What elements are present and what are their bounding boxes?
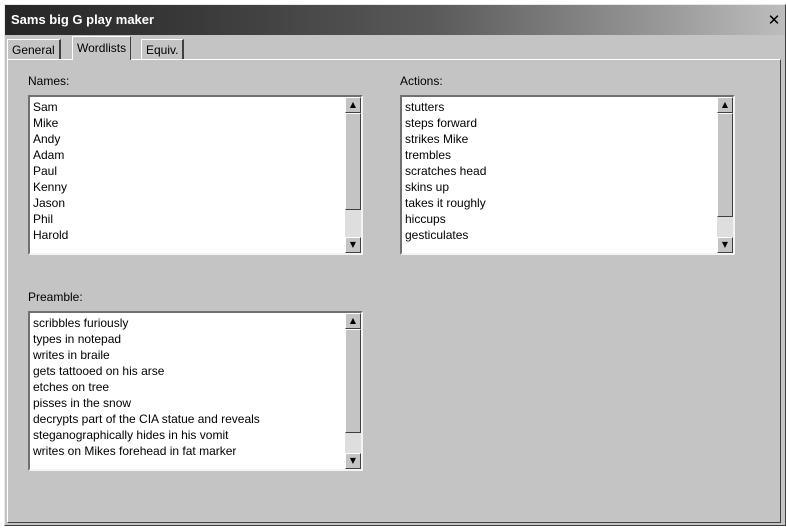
list-item[interactable]: etches on tree	[33, 379, 361, 395]
scroll-down-icon[interactable]: ▼	[345, 453, 361, 469]
scroll-up-icon[interactable]: ▲	[345, 313, 361, 329]
wordlists-panel: Names: Sam Mike Andy Adam Paul Kenny Jas…	[7, 59, 781, 523]
scroll-up-icon[interactable]: ▲	[345, 97, 361, 113]
actions-label: Actions:	[400, 74, 443, 88]
list-item[interactable]: Paul	[33, 163, 361, 179]
preamble-label: Preamble:	[28, 290, 83, 304]
list-item[interactable]: pisses in the snow	[33, 395, 361, 411]
actions-scrollbar[interactable]: ▲ ▼	[717, 97, 733, 253]
scroll-down-icon[interactable]: ▼	[345, 237, 361, 253]
title-bar[interactable]: Sams big G play maker ✕	[5, 5, 785, 35]
list-item[interactable]: gets tattooed on his arse	[33, 363, 361, 379]
list-item[interactable]: writes in braile	[33, 347, 361, 363]
list-item[interactable]: scribbles furiously	[33, 315, 361, 331]
names-listbox[interactable]: Sam Mike Andy Adam Paul Kenny Jason Phil…	[28, 95, 363, 255]
list-item[interactable]: skins up	[405, 179, 733, 195]
list-item[interactable]: Sam	[33, 99, 361, 115]
tab-equiv[interactable]: Equiv.	[141, 39, 185, 59]
scroll-down-icon[interactable]: ▼	[717, 237, 733, 253]
actions-listbox[interactable]: stutters steps forward strikes Mike trem…	[400, 95, 735, 255]
list-item[interactable]: gesticulates	[405, 227, 733, 243]
list-item[interactable]: takes it roughly	[405, 195, 733, 211]
list-item[interactable]: decrypts part of the CIA statue and reve…	[33, 411, 361, 427]
window-title: Sams big G play maker	[11, 12, 155, 27]
list-item[interactable]: steps forward	[405, 115, 733, 131]
app-window: Sams big G play maker ✕ General Wordlist…	[4, 4, 786, 526]
list-item[interactable]: Jason	[33, 195, 361, 211]
preamble-list: scribbles furiously types in notepad wri…	[30, 313, 361, 459]
scroll-thumb[interactable]	[345, 113, 361, 210]
list-item[interactable]: steganographically hides in his vomit	[33, 427, 361, 443]
names-scrollbar[interactable]: ▲ ▼	[345, 97, 361, 253]
preamble-scrollbar[interactable]: ▲ ▼	[345, 313, 361, 469]
tab-wordlists[interactable]: Wordlists	[72, 36, 132, 60]
list-item[interactable]: scratches head	[405, 163, 733, 179]
actions-list: stutters steps forward strikes Mike trem…	[402, 97, 733, 243]
list-item[interactable]: Adam	[33, 147, 361, 163]
scroll-up-icon[interactable]: ▲	[717, 97, 733, 113]
names-label: Names:	[28, 74, 70, 88]
names-list: Sam Mike Andy Adam Paul Kenny Jason Phil…	[30, 97, 361, 243]
list-item[interactable]: Kenny	[33, 179, 361, 195]
list-item[interactable]: stutters	[405, 99, 733, 115]
list-item[interactable]: trembles	[405, 147, 733, 163]
list-item[interactable]: Harold	[33, 227, 361, 243]
list-item[interactable]: Phil	[33, 211, 361, 227]
tab-general[interactable]: General	[7, 39, 61, 59]
list-item[interactable]: Mike	[33, 115, 361, 131]
list-item[interactable]: types in notepad	[33, 331, 361, 347]
close-icon[interactable]: ✕	[767, 12, 781, 28]
list-item[interactable]: Andy	[33, 131, 361, 147]
list-item[interactable]: hiccups	[405, 211, 733, 227]
scroll-thumb[interactable]	[345, 329, 361, 433]
list-item[interactable]: writes on Mikes forehead in fat marker	[33, 443, 361, 459]
list-item[interactable]: strikes Mike	[405, 131, 733, 147]
scroll-thumb[interactable]	[717, 113, 733, 217]
preamble-listbox[interactable]: scribbles furiously types in notepad wri…	[28, 311, 363, 471]
